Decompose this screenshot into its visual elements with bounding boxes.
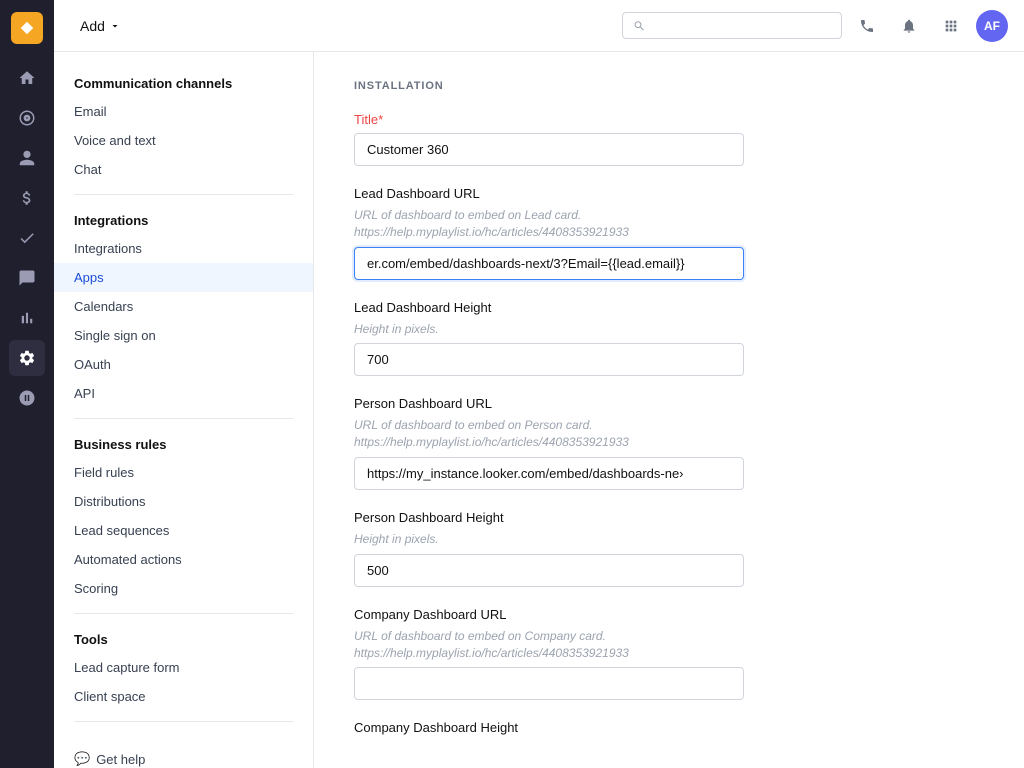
title-input[interactable] [354, 133, 744, 166]
sidebar-item-scoring[interactable]: Scoring [54, 574, 313, 603]
help-icon: 💬 [74, 751, 90, 767]
sidebar-item-sso[interactable]: Single sign on [54, 321, 313, 350]
avatar[interactable]: AF [976, 10, 1008, 42]
sidebar-item-voice[interactable]: Voice and text [54, 126, 313, 155]
main-wrapper: Add AF Communication channels Email Voic… [54, 0, 1024, 768]
lead-url-group: Lead Dashboard URL URL of dashboard to e… [354, 186, 984, 280]
divider-4 [74, 721, 293, 722]
title-group: Title* [354, 112, 984, 166]
comm-channels-title: Communication channels [54, 68, 313, 97]
nav-home[interactable] [9, 60, 45, 96]
search-box [622, 12, 842, 39]
company-height-label: Company Dashboard Height [354, 720, 984, 735]
person-height-hint: Height in pixels. [354, 531, 984, 548]
lead-url-input[interactable] [354, 247, 744, 280]
apps-button[interactable] [934, 9, 968, 43]
lead-url-hint: URL of dashboard to embed on Lead card.h… [354, 207, 984, 241]
person-url-group: Person Dashboard URL URL of dashboard to… [354, 396, 984, 490]
content-area: Communication channels Email Voice and t… [54, 52, 1024, 768]
sidebar-item-distributions[interactable]: Distributions [54, 487, 313, 516]
logo-icon[interactable] [11, 12, 43, 44]
company-url-hint: URL of dashboard to embed on Company car… [354, 628, 984, 662]
sidebar-item-integrations[interactable]: Integrations [54, 234, 313, 263]
nav-contacts[interactable] [9, 140, 45, 176]
sidebar-item-client-space[interactable]: Client space [54, 682, 313, 711]
nav-zendesk[interactable] [9, 380, 45, 416]
main-content: INSTALLATION Title* Lead Dashboard URL U… [314, 52, 1024, 768]
sidebar-item-field-rules[interactable]: Field rules [54, 458, 313, 487]
nav-chat[interactable] [9, 260, 45, 296]
business-rules-title: Business rules [54, 429, 313, 458]
nav-target[interactable] [9, 100, 45, 136]
divider-1 [74, 194, 293, 195]
lead-url-label: Lead Dashboard URL [354, 186, 984, 201]
sidebar-item-api[interactable]: API [54, 379, 313, 408]
sidebar-item-email[interactable]: Email [54, 97, 313, 126]
tools-title: Tools [54, 624, 313, 653]
installation-title: INSTALLATION [354, 80, 984, 92]
sidebar-footer: 💬 Get help 📄 Terms of service ℹ️ Privacy… [54, 732, 313, 768]
lead-height-hint: Height in pixels. [354, 321, 984, 338]
company-url-label: Company Dashboard URL [354, 607, 984, 622]
lead-height-input[interactable] [354, 343, 744, 376]
lead-height-group: Lead Dashboard Height Height in pixels. [354, 300, 984, 377]
company-height-group: Company Dashboard Height [354, 720, 984, 735]
person-url-label: Person Dashboard URL [354, 396, 984, 411]
search-icon [633, 19, 646, 33]
lead-height-label: Lead Dashboard Height [354, 300, 984, 315]
company-url-group: Company Dashboard URL URL of dashboard t… [354, 607, 984, 701]
sidebar-item-chat[interactable]: Chat [54, 155, 313, 184]
icon-nav [0, 0, 54, 768]
integrations-title: Integrations [54, 205, 313, 234]
add-button[interactable]: Add [70, 12, 131, 40]
person-height-input[interactable] [354, 554, 744, 587]
topbar: Add AF [54, 0, 1024, 52]
nav-reports[interactable] [9, 300, 45, 336]
sidebar-item-apps[interactable]: Apps [54, 263, 313, 292]
title-label: Title* [354, 112, 984, 127]
nav-settings[interactable] [9, 340, 45, 376]
add-label: Add [80, 18, 105, 34]
sidebar-item-lead-sequences[interactable]: Lead sequences [54, 516, 313, 545]
sidebar-item-get-help[interactable]: 💬 Get help [54, 744, 313, 768]
notification-button[interactable] [892, 9, 926, 43]
person-height-group: Person Dashboard Height Height in pixels… [354, 510, 984, 587]
sidebar: Communication channels Email Voice and t… [54, 52, 314, 768]
nav-sales[interactable] [9, 180, 45, 216]
divider-3 [74, 613, 293, 614]
search-input[interactable] [652, 18, 831, 33]
person-height-label: Person Dashboard Height [354, 510, 984, 525]
company-url-input[interactable] [354, 667, 744, 700]
sidebar-item-automated-actions[interactable]: Automated actions [54, 545, 313, 574]
title-required: * [378, 112, 383, 127]
sidebar-item-lead-capture[interactable]: Lead capture form [54, 653, 313, 682]
person-url-hint: URL of dashboard to embed on Person card… [354, 417, 984, 451]
person-url-input[interactable] [354, 457, 744, 490]
phone-button[interactable] [850, 9, 884, 43]
nav-tasks[interactable] [9, 220, 45, 256]
sidebar-item-oauth[interactable]: OAuth [54, 350, 313, 379]
sidebar-item-calendars[interactable]: Calendars [54, 292, 313, 321]
divider-2 [74, 418, 293, 419]
